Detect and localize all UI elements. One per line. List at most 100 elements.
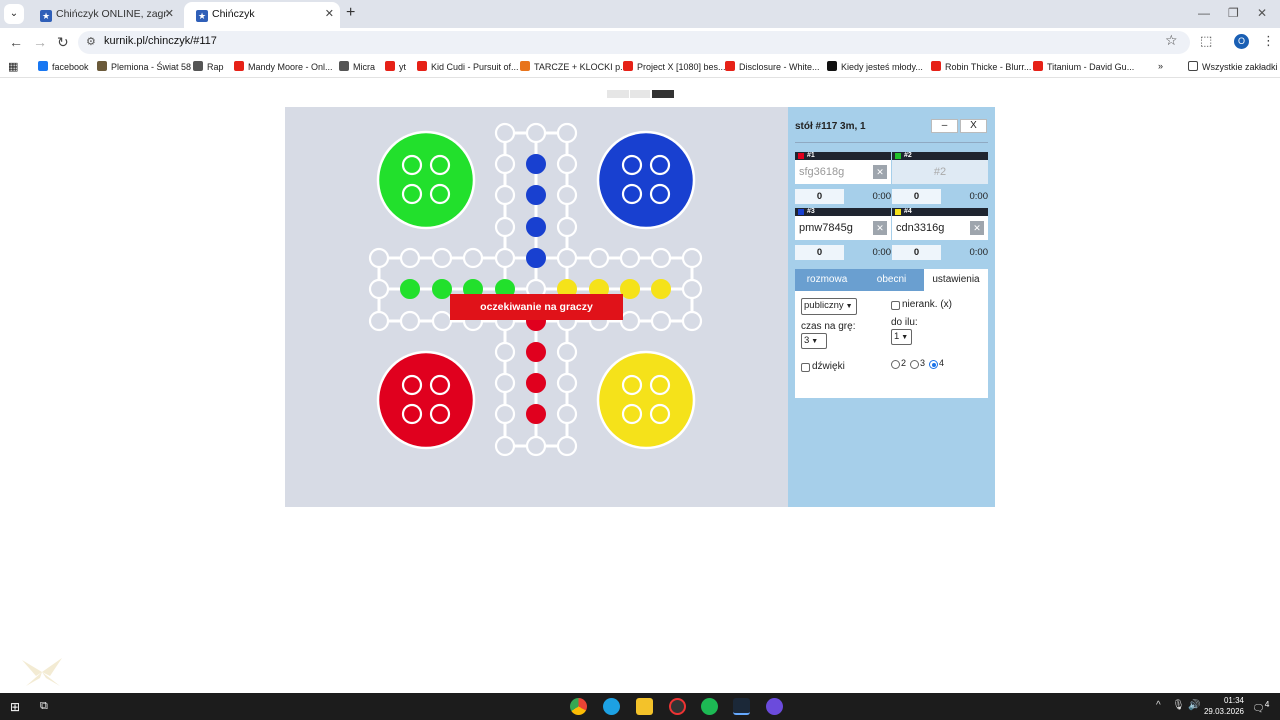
tab-search-chevron-icon[interactable]: ⌄ bbox=[4, 4, 24, 24]
track-field[interactable] bbox=[619, 310, 641, 332]
base-slot[interactable] bbox=[401, 183, 423, 205]
close-window-icon[interactable]: ✕ bbox=[1257, 6, 1267, 20]
track-field[interactable] bbox=[681, 247, 703, 269]
track-field[interactable] bbox=[368, 278, 390, 300]
track-field[interactable] bbox=[494, 216, 516, 238]
minimize-window-icon[interactable]: — bbox=[1198, 6, 1210, 20]
base-slot[interactable] bbox=[621, 183, 643, 205]
bookmark-item[interactable]: Kiedy jesteś młody... bbox=[827, 61, 923, 72]
discord-icon[interactable] bbox=[766, 698, 783, 715]
track-field[interactable] bbox=[556, 122, 578, 144]
base-slot[interactable] bbox=[401, 374, 423, 396]
base-slot[interactable] bbox=[429, 374, 451, 396]
ludo-game-area[interactable]: oczekiwanie na graczy bbox=[285, 107, 788, 507]
bookmark-item[interactable]: facebook bbox=[38, 61, 89, 72]
players-4-radio[interactable] bbox=[929, 360, 938, 369]
track-field[interactable] bbox=[494, 372, 516, 394]
home-path-field[interactable] bbox=[526, 404, 546, 424]
bookmark-item[interactable]: Mandy Moore - Onl... bbox=[234, 61, 333, 72]
base-slot[interactable] bbox=[401, 154, 423, 176]
spotify-icon[interactable] bbox=[701, 698, 718, 715]
join-seat-button[interactable]: #2 bbox=[892, 160, 988, 184]
base-slot[interactable] bbox=[429, 403, 451, 425]
track-field[interactable] bbox=[556, 184, 578, 206]
red-base[interactable] bbox=[376, 350, 476, 450]
bookmark-item[interactable]: Kid Cudi - Pursuit of... bbox=[417, 61, 519, 72]
track-field[interactable] bbox=[650, 310, 672, 332]
restore-window-icon[interactable]: ❐ bbox=[1228, 6, 1239, 20]
track-field[interactable] bbox=[399, 310, 421, 332]
tab-chat[interactable]: rozmowa bbox=[795, 269, 859, 291]
bookmark-item[interactable]: TARCZE + KLOCKI p... bbox=[520, 61, 628, 72]
home-path-field[interactable] bbox=[526, 248, 546, 268]
base-slot[interactable] bbox=[401, 403, 423, 425]
track-field[interactable] bbox=[556, 247, 578, 269]
page-nav-bar-1[interactable] bbox=[607, 90, 629, 98]
track-field[interactable] bbox=[556, 341, 578, 363]
site-info-icon[interactable]: ⚙ bbox=[86, 35, 96, 48]
tab-present[interactable]: obecni bbox=[859, 269, 924, 291]
new-tab-plus-icon[interactable]: + bbox=[346, 3, 355, 23]
players-2-radio[interactable] bbox=[891, 360, 900, 369]
back-arrow-icon[interactable]: ← bbox=[9, 32, 23, 52]
bookmark-item[interactable]: Project X [1080] bes... bbox=[623, 61, 726, 72]
remove-player-icon[interactable]: ✕ bbox=[873, 221, 887, 235]
minimize-panel-button[interactable]: – bbox=[931, 119, 958, 133]
blue-base[interactable] bbox=[596, 130, 696, 230]
track-field[interactable] bbox=[525, 122, 547, 144]
bookmark-item[interactable]: Disclosure - White... bbox=[725, 61, 820, 72]
track-field[interactable] bbox=[681, 310, 703, 332]
base-slot[interactable] bbox=[649, 403, 671, 425]
track-field[interactable] bbox=[494, 153, 516, 175]
close-table-button[interactable]: X bbox=[960, 119, 987, 133]
page-nav-bar-2[interactable] bbox=[630, 90, 650, 98]
page-nav-bar-3[interactable] bbox=[652, 90, 674, 98]
tray-chevron-up-icon[interactable]: ^ bbox=[1156, 700, 1161, 711]
base-slot[interactable] bbox=[621, 374, 643, 396]
tab-chinczyk[interactable]: ★ Chińczyk ✕ bbox=[184, 2, 340, 28]
time-per-game-select[interactable]: 3 ▼ bbox=[801, 333, 827, 349]
bookmark-item[interactable]: Rap bbox=[193, 61, 224, 72]
apps-grid-icon[interactable]: ▦ bbox=[8, 60, 18, 73]
track-field[interactable] bbox=[399, 247, 421, 269]
close-tab-icon[interactable]: ✕ bbox=[165, 2, 174, 26]
home-path-field[interactable] bbox=[526, 185, 546, 205]
profile-avatar[interactable]: O bbox=[1234, 34, 1249, 49]
home-path-field[interactable] bbox=[526, 342, 546, 362]
home-path-field[interactable] bbox=[620, 279, 640, 299]
track-field[interactable] bbox=[556, 372, 578, 394]
task-view-icon[interactable]: ⧉ bbox=[40, 700, 48, 713]
track-field[interactable] bbox=[494, 403, 516, 425]
bookmark-item[interactable]: Robin Thicke - Blurr... bbox=[931, 61, 1031, 72]
track-field[interactable] bbox=[494, 184, 516, 206]
base-slot[interactable] bbox=[621, 403, 643, 425]
base-slot[interactable] bbox=[621, 154, 643, 176]
close-tab-icon[interactable]: ✕ bbox=[325, 2, 334, 26]
base-slot[interactable] bbox=[649, 183, 671, 205]
track-field[interactable] bbox=[650, 247, 672, 269]
forward-arrow-icon[interactable]: → bbox=[33, 32, 47, 52]
notifications-icon[interactable]: 🗨4 bbox=[1252, 699, 1269, 714]
file-explorer-icon[interactable] bbox=[636, 698, 653, 715]
bookmark-item[interactable]: yt bbox=[385, 61, 406, 72]
track-field[interactable] bbox=[556, 216, 578, 238]
up-to-select[interactable]: 1 ▼ bbox=[891, 329, 912, 345]
taskbar-clock[interactable]: 01:34 29.03.2026 bbox=[1204, 695, 1244, 717]
track-field[interactable] bbox=[681, 278, 703, 300]
track-field[interactable] bbox=[556, 403, 578, 425]
extensions-icon[interactable]: ⬚ bbox=[1200, 33, 1212, 49]
track-field[interactable] bbox=[525, 435, 547, 457]
unranked-checkbox[interactable] bbox=[891, 301, 900, 310]
remove-player-icon[interactable]: ✕ bbox=[970, 221, 984, 235]
address-bar[interactable]: ⚙ kurnik.pl/chinczyk/#117 bbox=[78, 31, 1190, 54]
base-slot[interactable] bbox=[429, 154, 451, 176]
home-path-field[interactable] bbox=[400, 279, 420, 299]
microphone-icon[interactable]: 🎙 bbox=[1172, 700, 1185, 711]
home-path-field[interactable] bbox=[526, 373, 546, 393]
base-slot[interactable] bbox=[649, 374, 671, 396]
track-field[interactable] bbox=[619, 247, 641, 269]
remove-player-icon[interactable]: ✕ bbox=[873, 165, 887, 179]
track-field[interactable] bbox=[494, 122, 516, 144]
track-field[interactable] bbox=[368, 247, 390, 269]
home-path-field[interactable] bbox=[651, 279, 671, 299]
